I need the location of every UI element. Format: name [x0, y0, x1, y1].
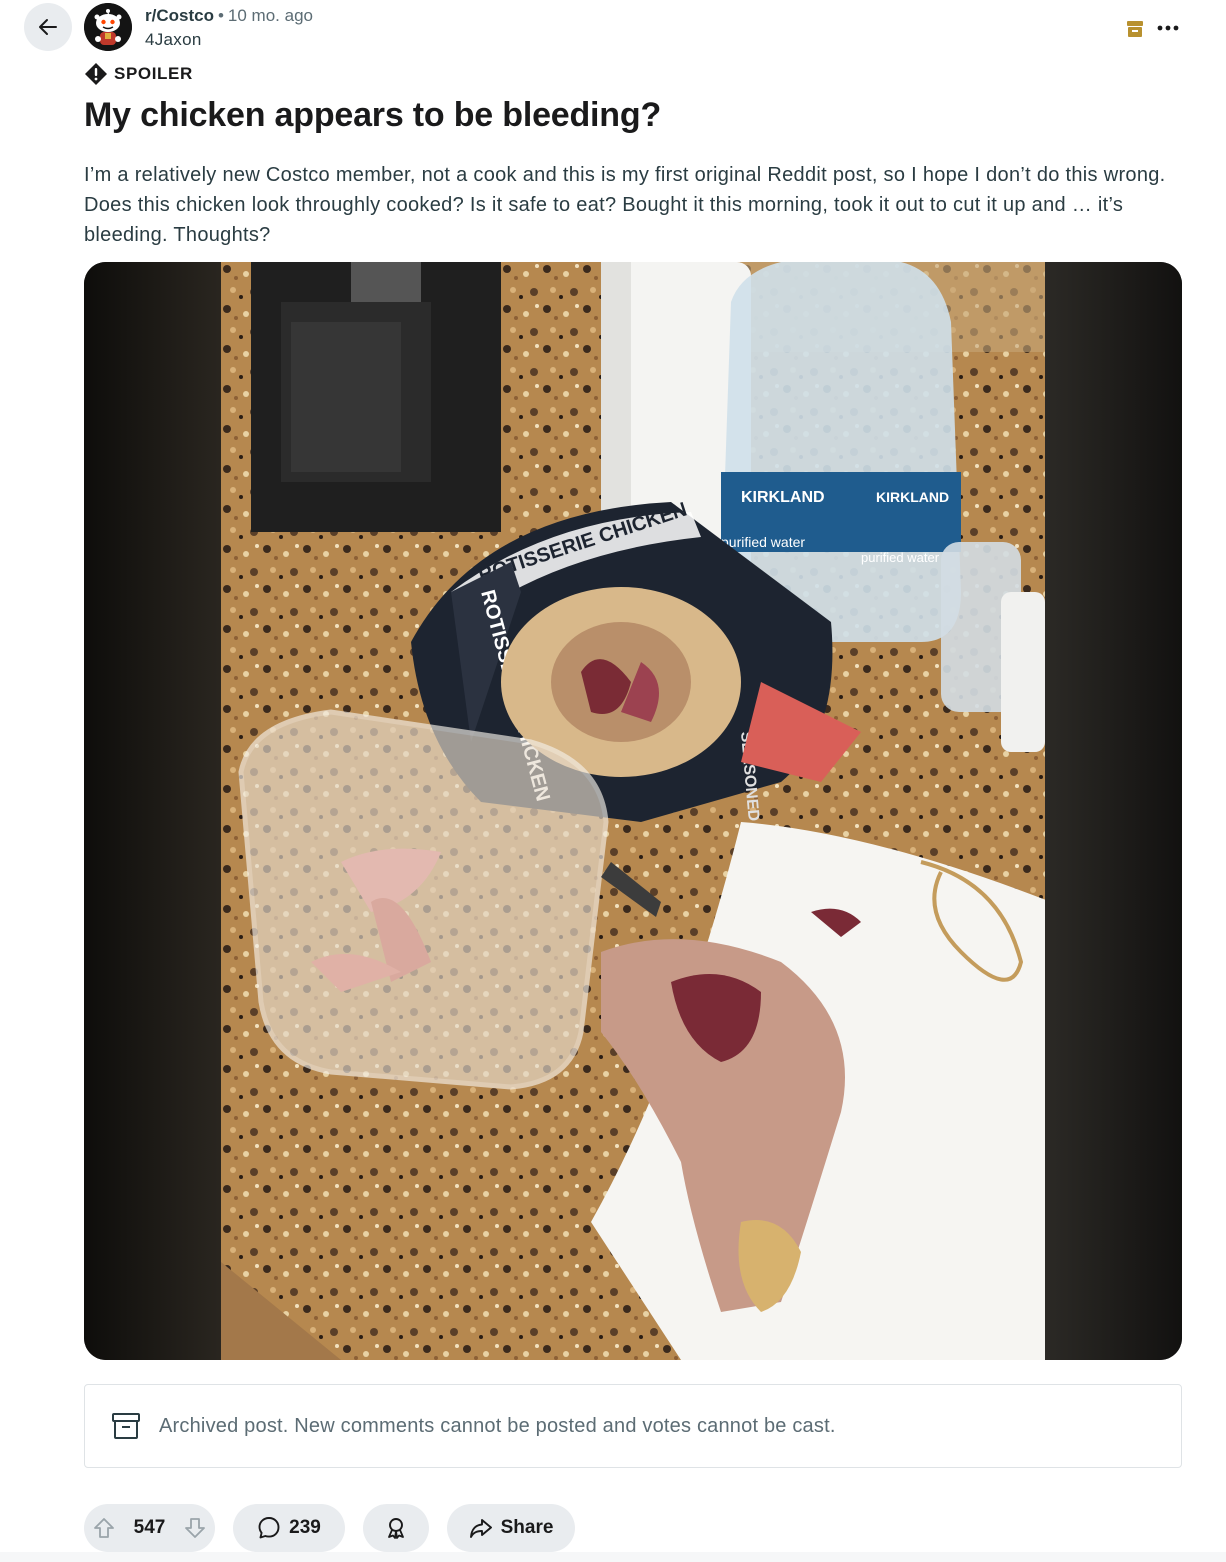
subreddit-link[interactable]: r/Costco — [145, 6, 214, 25]
subreddit-avatar[interactable] — [84, 3, 132, 51]
bottom-divider — [0, 1552, 1226, 1562]
upvote-button[interactable] — [84, 1504, 124, 1552]
bottle2-text: purified water — [861, 550, 940, 565]
bottle-text: purified water — [721, 534, 805, 550]
bottle2-brand: KIRKLAND — [876, 489, 949, 505]
author-link[interactable]: 4Jaxon — [145, 29, 313, 51]
exclamation-diamond-icon — [85, 63, 107, 85]
share-button[interactable]: Share — [447, 1504, 575, 1552]
chicken-photo: KIRKLAND purified water KIRKLAND purifie… — [221, 262, 1045, 1360]
arrow-left-icon — [39, 19, 57, 35]
archived-notice-text: Archived post. New comments cannot be po… — [159, 1414, 836, 1437]
arrow-down-icon — [185, 1518, 205, 1538]
post-time: 10 mo. ago — [227, 6, 313, 25]
overflow-dots-icon — [1157, 25, 1179, 31]
archive-box-icon — [1127, 21, 1143, 37]
award-button[interactable] — [363, 1504, 429, 1552]
post-action-bar: 547 239 Share — [84, 1504, 575, 1552]
spoiler-label: SPOILER — [114, 64, 193, 83]
post-body: I’m a relatively new Costco member, not … — [84, 164, 1166, 246]
post-image[interactable]: KIRKLAND purified water KIRKLAND purifie… — [84, 262, 1182, 1360]
more-options-button[interactable] — [1152, 14, 1184, 42]
vote-control: 547 — [84, 1504, 215, 1552]
speech-bubble-icon — [258, 1517, 280, 1539]
spoiler-flair: SPOILER — [84, 62, 193, 86]
vote-count: 547 — [133, 1517, 166, 1538]
archived-notice: Archived post. New comments cannot be po… — [84, 1384, 1182, 1468]
share-label: Share — [500, 1517, 554, 1538]
snoo-avatar-icon — [84, 3, 132, 51]
archived-indicator — [1124, 18, 1146, 40]
arrow-up-icon — [94, 1518, 114, 1538]
post-title: My chicken appears to be bleeding? — [84, 96, 662, 134]
award-ribbon-icon — [388, 1518, 404, 1539]
bottle-brand: KIRKLAND — [741, 489, 825, 506]
archived-notice-icon-wrap — [111, 1411, 141, 1441]
archive-box-icon — [112, 1413, 140, 1439]
comment-count: 239 — [289, 1517, 321, 1538]
post-meta: r/Costco • 10 mo. ago 4Jaxon — [145, 5, 313, 51]
post-page: r/Costco • 10 mo. ago 4Jaxon SPOILER My ch… — [0, 0, 1226, 1562]
comments-button[interactable]: 239 — [233, 1504, 345, 1552]
downvote-button[interactable] — [175, 1504, 215, 1552]
back-button[interactable] — [24, 3, 72, 51]
share-arrow-icon — [469, 1519, 492, 1538]
meta-separator: • — [217, 6, 224, 25]
